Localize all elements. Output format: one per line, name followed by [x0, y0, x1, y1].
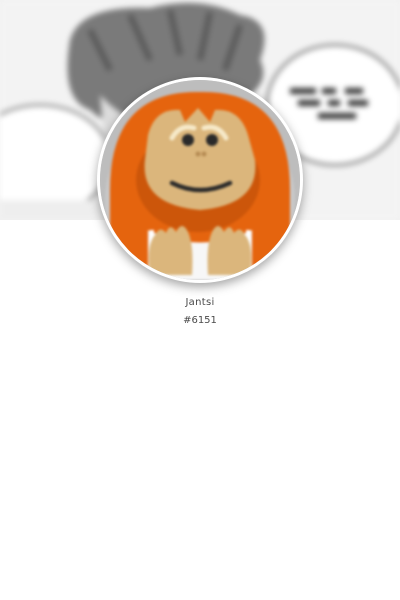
- orangutan-icon: [100, 80, 300, 280]
- username-label: Jantsi: [185, 297, 215, 308]
- profile-card: Jantsi #6151: [0, 0, 400, 600]
- discriminator-label: #6151: [183, 315, 217, 326]
- avatar[interactable]: [97, 77, 303, 283]
